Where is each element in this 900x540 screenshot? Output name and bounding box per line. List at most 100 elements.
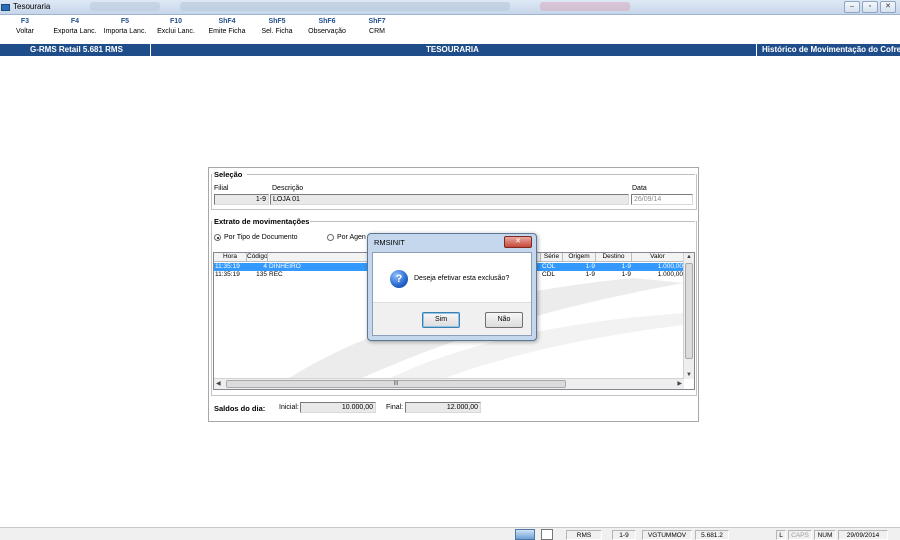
fkey-key: ShF6 xyxy=(318,18,336,25)
fkey-key: ShF4 xyxy=(218,18,236,25)
fkey-key: F10 xyxy=(169,18,183,25)
dialog-footer: Sim Não xyxy=(373,302,531,335)
blurred-title-area xyxy=(540,2,630,11)
status-date: 29/09/2014 xyxy=(838,530,888,540)
fkey-label: Importa Lanc. xyxy=(103,28,147,35)
cell-hora: 11:35:19 xyxy=(214,263,247,271)
grid-horizontal-scrollbar[interactable]: ◀ III ▶ xyxy=(214,378,684,389)
no-button[interactable]: Não xyxy=(485,312,523,328)
dialog-body: ? Deseja efetivar esta exclusão? Sim Não xyxy=(372,252,532,336)
col-valor[interactable]: Valor xyxy=(632,253,684,261)
cell-destino: 1-9 xyxy=(596,263,632,271)
fkey-key: ShF7 xyxy=(368,18,386,25)
col-hora[interactable]: Hora xyxy=(214,253,247,261)
col-destino[interactable]: Destino xyxy=(596,253,632,261)
cell-valor: 1.000,00 xyxy=(632,263,684,271)
network-icon xyxy=(515,529,535,540)
fkey-importa[interactable]: F5 Importa Lanc. xyxy=(100,15,150,44)
radio-label: Por Agen xyxy=(337,234,366,241)
dialog-message: Deseja efetivar esta exclusão? xyxy=(414,275,510,282)
scroll-thumb[interactable] xyxy=(685,263,693,359)
filial-label: Filial xyxy=(214,185,229,192)
status-num: NUM xyxy=(814,530,836,540)
descricao-label: Descrição xyxy=(272,185,304,192)
fkey-label: Exclui Lanc. xyxy=(157,28,195,35)
header-divider xyxy=(756,44,757,56)
module-name: TESOURARIA xyxy=(426,45,479,54)
status-version: 5.681.2 xyxy=(695,530,729,540)
cell-valor: 1.000,00 xyxy=(657,271,683,278)
app-icon xyxy=(1,4,10,11)
fkey-observacao[interactable]: ShF6 Observação xyxy=(302,15,352,44)
final-label: Final: xyxy=(386,404,404,411)
saldo-final-field: 12.000,00 xyxy=(405,402,481,413)
fkey-key: F5 xyxy=(120,18,130,25)
saldo-inicial-field: 10.000,00 xyxy=(300,402,376,413)
radio-por-agente[interactable]: Por Agen xyxy=(327,234,366,241)
cell-serie: COL xyxy=(541,263,563,271)
col-serie[interactable]: Série xyxy=(541,253,563,261)
fkey-label: Sel. Ficha xyxy=(261,28,293,35)
fkey-label: CRM xyxy=(369,28,385,35)
fkey-label: Emite Ficha xyxy=(208,28,246,35)
fkey-exclui[interactable]: F10 Exclui Lanc. xyxy=(150,15,202,44)
data-label: Data xyxy=(632,185,647,192)
scroll-right-icon[interactable]: ▶ xyxy=(677,380,682,387)
fkey-crm[interactable]: ShF7 CRM xyxy=(352,15,402,44)
fkey-emite-ficha[interactable]: ShF4 Emite Ficha xyxy=(202,15,252,44)
window-titlebar: Tesouraria – ▫ ✕ xyxy=(0,0,900,15)
clipboard-icon xyxy=(541,529,553,540)
status-program: VGTUMMOV xyxy=(642,530,692,540)
col-origem[interactable]: Origem xyxy=(563,253,596,261)
cell-codigo: 135 xyxy=(256,271,267,278)
cell-serie: CDL xyxy=(542,271,556,278)
product-name: G-RMS Retail 5.681 RMS xyxy=(30,45,123,54)
descricao-field[interactable]: LOJA 01 xyxy=(270,194,629,205)
fkey-label: Exporta Lanc. xyxy=(53,28,97,35)
data-field[interactable]: 26/09/14 xyxy=(631,194,693,205)
blurred-title-area xyxy=(90,2,160,11)
module-header: G-RMS Retail 5.681 RMS TESOURARIA Histór… xyxy=(0,44,900,56)
function-key-toolbar: F3 Voltar F4 Exporta Lanc. F5 Importa La… xyxy=(0,15,900,44)
cell-destino: 1-9 xyxy=(621,271,631,278)
scroll-thumb[interactable]: III xyxy=(226,380,566,388)
blurred-title-area xyxy=(180,2,510,11)
scroll-left-icon[interactable]: ◀ xyxy=(216,380,221,387)
cell-hora: 11:35:19 xyxy=(215,271,240,278)
fkey-sel-ficha[interactable]: ShF5 Sel. Ficha xyxy=(252,15,302,44)
status-filial: 1-9 xyxy=(612,530,636,540)
fkey-label: Voltar xyxy=(16,28,34,35)
yes-button[interactable]: Sim xyxy=(422,312,460,328)
radio-label: Por Tipo de Documento xyxy=(224,234,298,241)
radio-selected-icon xyxy=(214,234,221,241)
dialog-close-button[interactable]: ✕ xyxy=(504,236,532,248)
radio-unselected-icon xyxy=(327,234,334,241)
fkey-key: F3 xyxy=(20,18,30,25)
col-codigo[interactable]: Código xyxy=(247,253,268,261)
question-icon: ? xyxy=(390,270,408,288)
close-button[interactable]: ✕ xyxy=(880,1,896,13)
cell-origem: 1-9 xyxy=(563,263,596,271)
minimize-button[interactable]: – xyxy=(844,1,860,13)
saldos-title: Saldos do dia: xyxy=(214,404,266,413)
dialog-title: RMSINIT xyxy=(374,238,405,247)
fkey-exporta[interactable]: F4 Exporta Lanc. xyxy=(50,15,100,44)
scroll-down-icon[interactable]: ▼ xyxy=(686,372,692,378)
inicial-label: Inicial: xyxy=(279,404,299,411)
status-system: RMS xyxy=(566,530,602,540)
fkey-label: Observação xyxy=(308,28,346,35)
header-divider xyxy=(150,44,151,56)
fkey-voltar[interactable]: F3 Voltar xyxy=(0,15,50,44)
status-bar: RMS 1-9 VGTUMMOV 5.681.2 L CAPS NUM 29/0… xyxy=(0,527,900,540)
confirm-dialog: RMSINIT ✕ ? Deseja efetivar esta exclusã… xyxy=(367,233,537,341)
restore-button[interactable]: ▫ xyxy=(862,1,878,13)
cell-codigo: 4 xyxy=(247,263,268,271)
fkey-key: F4 xyxy=(70,18,80,25)
filial-field[interactable]: 1-9 xyxy=(214,194,269,205)
status-caps: CAPS xyxy=(788,530,812,540)
window-title: Tesouraria xyxy=(13,2,51,11)
radio-tipo-documento[interactable]: Por Tipo de Documento xyxy=(214,234,298,241)
status-l: L xyxy=(776,530,786,540)
grid-vertical-scrollbar[interactable]: ▲ ▼ xyxy=(683,253,694,379)
scroll-up-icon[interactable]: ▲ xyxy=(686,254,692,260)
